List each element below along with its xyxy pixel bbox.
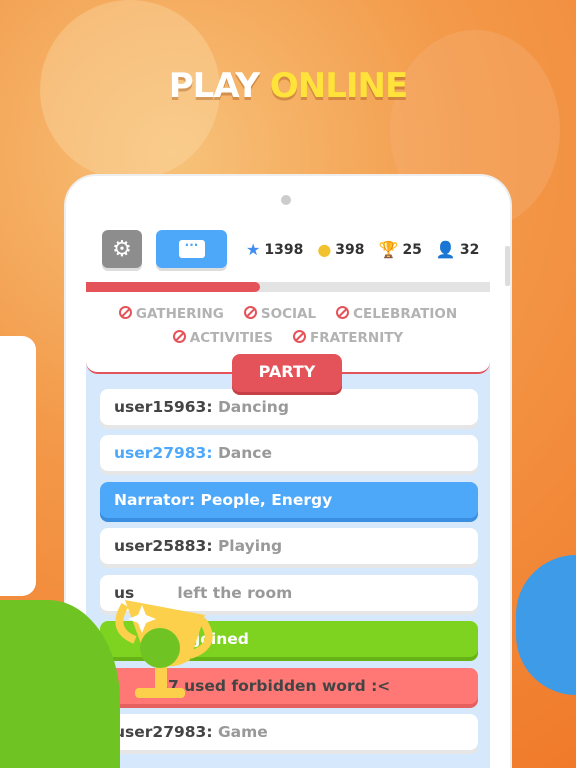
message-user: Narrator: bbox=[114, 490, 196, 509]
stat-value: 25 bbox=[402, 241, 422, 258]
message-text: People, Energy bbox=[195, 490, 333, 509]
trophy-icon bbox=[115, 600, 213, 698]
chat-message: user27983: Game bbox=[100, 714, 478, 750]
current-word-badge: PARTY bbox=[232, 354, 342, 392]
chat-message: user15963: Dancing bbox=[100, 388, 478, 425]
stats-bar: ★ 1398 ● 398 🏆 25 👤 32 bbox=[246, 240, 479, 259]
blue-monster-mascot bbox=[516, 555, 576, 695]
chat-button[interactable]: ··· bbox=[156, 230, 227, 268]
message-text: Dancing bbox=[212, 397, 289, 416]
forbidden-word: FRATERNITY bbox=[293, 326, 403, 350]
progress-fill bbox=[86, 282, 260, 292]
timer-progress-bar bbox=[86, 282, 490, 292]
stat-coin: ● 398 bbox=[317, 240, 364, 259]
camera bbox=[281, 195, 291, 205]
forbidden-word-label: CELEBRATION bbox=[353, 306, 458, 322]
forbidden-word: GATHERING bbox=[118, 302, 224, 326]
forbidden-word: ACTIVITIES bbox=[172, 326, 274, 350]
forbidden-icon bbox=[243, 306, 257, 319]
message-text: Playing bbox=[212, 537, 283, 555]
forbidden-icon bbox=[336, 306, 350, 319]
stat-trophy: 🏆 25 bbox=[379, 240, 422, 259]
side-card bbox=[0, 336, 36, 596]
forbidden-word-label: FRATERNITY bbox=[310, 330, 404, 346]
message-user: user15963: bbox=[114, 397, 213, 416]
forbidden-word: CELEBRATION bbox=[336, 302, 457, 326]
chat-message: user25883: Playing bbox=[100, 528, 478, 564]
user-icon: 👤 bbox=[435, 240, 456, 259]
gear-icon: ⚙ bbox=[112, 236, 132, 262]
coin-icon: ● bbox=[317, 240, 332, 259]
stat-value: 32 bbox=[459, 241, 480, 258]
chat-message: user27983: Dance bbox=[100, 435, 478, 471]
forbidden-icon bbox=[118, 306, 132, 319]
forbidden-word-label: GATHERING bbox=[135, 306, 224, 322]
message-user: user27983: bbox=[114, 723, 213, 741]
stat-user: 👤 32 bbox=[436, 240, 479, 259]
chat-bubble-icon: ··· bbox=[178, 239, 205, 258]
headline: PLAY ONLINE bbox=[168, 66, 408, 106]
forbidden-word-label: ACTIVITIES bbox=[189, 330, 274, 346]
stat-value: 1398 bbox=[264, 241, 304, 258]
side-button bbox=[505, 246, 510, 286]
stat-star: ★ 1398 bbox=[246, 240, 303, 259]
trophy-icon: 🏆 bbox=[378, 240, 399, 259]
forbidden-icon bbox=[293, 330, 307, 343]
star-icon: ★ bbox=[246, 240, 261, 259]
forbidden-word: SOCIAL bbox=[243, 302, 317, 326]
message-user: user25883: bbox=[114, 537, 213, 555]
forbidden-word-label: SOCIAL bbox=[260, 306, 317, 322]
settings-button[interactable]: ⚙ bbox=[102, 230, 142, 268]
message-text: Game bbox=[212, 723, 268, 741]
forbidden-icon bbox=[172, 330, 186, 343]
message-text: Dance bbox=[212, 444, 273, 462]
stat-value: 398 bbox=[335, 241, 365, 258]
chat-message: Narrator: People, Energy bbox=[100, 481, 478, 518]
message-user: user27983: bbox=[114, 444, 213, 462]
game-header-card: ⚙ ··· ★ 1398 ● 398 🏆 25 👤 32 GATHERING SOCIAL CEL… bbox=[86, 218, 490, 374]
forbidden-words: GATHERING SOCIAL CELEBRATION ACTIVITIES FRAT… bbox=[86, 302, 490, 350]
